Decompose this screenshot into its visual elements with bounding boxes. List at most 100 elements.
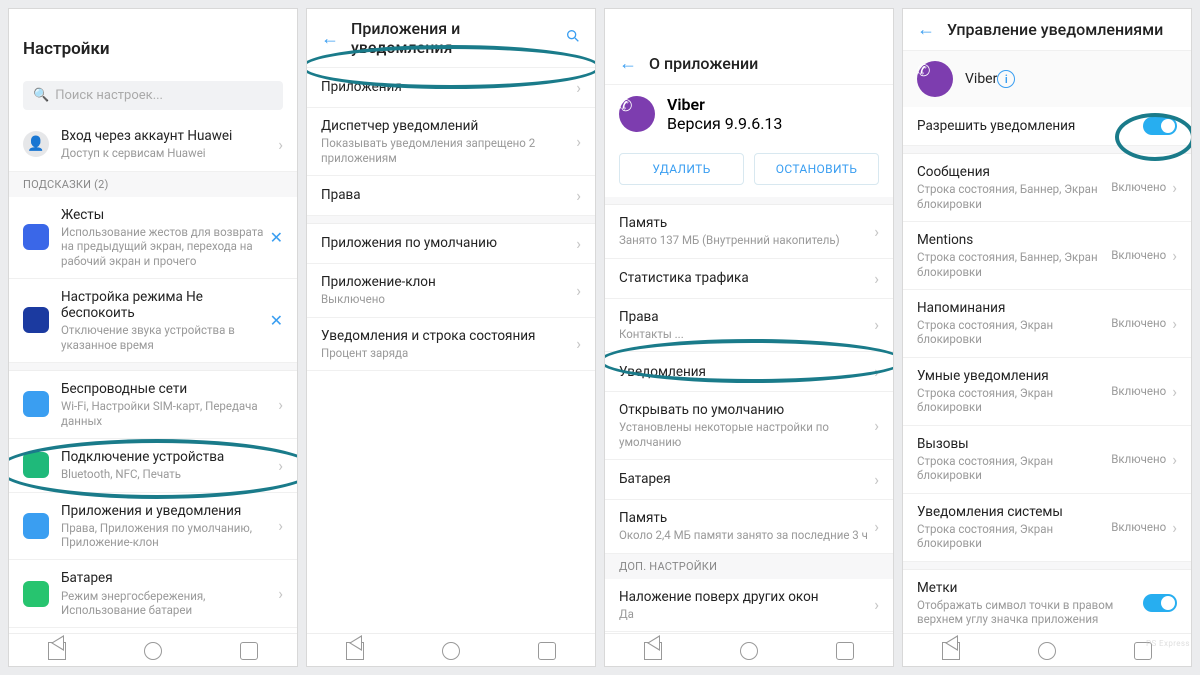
phone-notif-mgmt: ← Управление уведомлениями ✆ Viber i Раз… (902, 8, 1192, 667)
row-write-settings[interactable]: Запись системных настроекНет› (605, 632, 893, 633)
chevron-right-icon: › (874, 315, 879, 334)
divider (903, 562, 1191, 570)
watermark: PS Express (1142, 617, 1194, 669)
nav-bar (605, 633, 893, 666)
header-title: Управление уведомлениями (947, 20, 1177, 39)
search-icon[interactable] (565, 28, 581, 48)
nav-back-icon[interactable] (644, 642, 662, 660)
chevron-right-icon: › (278, 584, 283, 603)
nav-bar (307, 633, 595, 666)
row-open-default[interactable]: Открывать по умолчаниюУстановлены некото… (605, 392, 893, 460)
item-connections[interactable]: Подключение устройстваBluetooth, NFC, Пе… (9, 439, 297, 493)
row-notif-mgr[interactable]: Диспетчер уведомленийПоказывать уведомле… (307, 108, 595, 176)
app-row: ✆ Viber i (903, 51, 1191, 107)
chevron-right-icon: › (1172, 382, 1177, 401)
gesture-icon (23, 224, 49, 250)
back-arrow-icon[interactable]: ← (917, 19, 935, 40)
row-badges[interactable]: МеткиОтображать символ точки в правом ве… (903, 570, 1191, 633)
row-default-apps[interactable]: Приложения по умолчанию› (307, 224, 595, 264)
nav-home-icon[interactable] (144, 642, 162, 660)
list[interactable]: Приложения› Диспетчер уведомленийПоказыв… (307, 68, 595, 633)
toggle-badges[interactable] (1143, 594, 1177, 612)
channel-smart[interactable]: Умные уведомленияСтрока состояния, Экран… (903, 358, 1191, 426)
phone-apps-notifications: ← Приложения и уведомления Приложения› Д… (306, 8, 596, 667)
chevron-right-icon: › (576, 234, 581, 253)
apps-icon (23, 513, 49, 539)
row-notif-status[interactable]: Уведомления и строка состоянияПроцент за… (307, 318, 595, 372)
list[interactable]: ✆ Viber i Разрешить уведомления Сообщени… (903, 51, 1191, 633)
row-notifications[interactable]: Уведомления› (605, 352, 893, 392)
hints-header[interactable]: ПОДСКАЗКИ (2) (9, 172, 297, 197)
link-icon (23, 452, 49, 478)
hint-dnd[interactable]: Настройка режима Не беспокоитьОтключение… (9, 279, 297, 363)
channel-messages[interactable]: СообщенияСтрока состояния, Баннер, Экран… (903, 154, 1191, 222)
nav-home-icon[interactable] (1038, 642, 1056, 660)
nav-back-icon[interactable] (48, 642, 66, 660)
row-permissions[interactable]: ПраваКонтакты ...› (605, 299, 893, 353)
uninstall-button[interactable]: УДАЛИТЬ (619, 153, 744, 185)
nav-recent-icon[interactable] (240, 642, 258, 660)
chevron-right-icon: › (1172, 314, 1177, 333)
nav-home-icon[interactable] (740, 642, 758, 660)
row-overlay[interactable]: Наложение поверх других оконДа› (605, 579, 893, 633)
hint-gestures[interactable]: ЖестыИспользование жестов для возврата н… (9, 197, 297, 279)
toggle-allow[interactable] (1143, 117, 1177, 135)
item-display[interactable]: ЭкранЗащита зрения, Стиль рабочего экран… (9, 628, 297, 633)
info-icon[interactable]: i (997, 70, 1015, 88)
app-row: ✆ ViberВерсия 9.9.6.13 (605, 85, 893, 143)
chevron-right-icon: › (1172, 518, 1177, 537)
row-traffic[interactable]: Статистика трафика› (605, 259, 893, 299)
row-apps[interactable]: Приложения› (307, 68, 595, 108)
chevron-right-icon: › (278, 456, 283, 475)
divider (9, 363, 297, 371)
nav-recent-icon[interactable] (836, 642, 854, 660)
item-battery[interactable]: БатареяРежим энергосбережения, Использов… (9, 560, 297, 628)
search-placeholder: Поиск настроек... (55, 88, 163, 103)
channel-system[interactable]: Уведомления системыСтрока состояния, Экр… (903, 494, 1191, 562)
chevron-right-icon: › (1172, 450, 1177, 469)
phone-settings: Настройки 🔍 Поиск настроек... 👤 Вход чер… (8, 8, 298, 667)
nav-back-icon[interactable] (346, 642, 364, 660)
chevron-right-icon: › (576, 186, 581, 205)
chevron-right-icon: › (576, 334, 581, 353)
back-arrow-icon[interactable]: ← (619, 53, 637, 74)
phone-app-info: ← О приложении ✆ ViberВерсия 9.9.6.13 УД… (604, 8, 894, 667)
close-icon[interactable]: ✕ (270, 311, 283, 330)
viber-icon: ✆ (917, 61, 953, 97)
chevron-right-icon: › (874, 222, 879, 241)
chevron-right-icon: › (278, 135, 283, 154)
account-row[interactable]: 👤 Вход через аккаунт Huawei Доступ к сер… (9, 118, 297, 172)
chevron-right-icon: › (874, 517, 879, 536)
channel-mentions[interactable]: MentionsСтрока состояния, Баннер, Экран … (903, 222, 1191, 290)
chevron-right-icon: › (1172, 178, 1177, 197)
chevron-right-icon: › (874, 416, 879, 435)
back-arrow-icon[interactable]: ← (321, 28, 339, 49)
list[interactable]: ✆ ViberВерсия 9.9.6.13 УДАЛИТЬ ОСТАНОВИТ… (605, 85, 893, 633)
row-memory[interactable]: ПамятьОколо 2,4 МБ памяти занято за посл… (605, 500, 893, 554)
close-icon[interactable]: ✕ (270, 228, 283, 247)
account-title: Вход через аккаунт Huawei (61, 128, 274, 144)
account-sub: Доступ к сервисам Huawei (61, 146, 274, 160)
search-icon: 🔍 (33, 88, 49, 103)
row-battery[interactable]: Батарея› (605, 460, 893, 500)
nav-home-icon[interactable] (442, 642, 460, 660)
chevron-right-icon: › (874, 362, 879, 381)
header: ← Управление уведомлениями (903, 9, 1191, 51)
settings-scroll[interactable]: Настройки 🔍 Поиск настроек... 👤 Вход чер… (9, 9, 297, 633)
item-wireless[interactable]: Беспроводные сетиWi-Fi, Настройки SIM-ка… (9, 371, 297, 439)
channel-reminders[interactable]: НапоминанияСтрока состояния, Экран блоки… (903, 290, 1191, 358)
nav-recent-icon[interactable] (538, 642, 556, 660)
row-permissions[interactable]: Права› (307, 176, 595, 216)
search-input[interactable]: 🔍 Поиск настроек... (23, 81, 283, 110)
wifi-icon (23, 391, 49, 417)
chevron-right-icon: › (576, 78, 581, 97)
row-app-clone[interactable]: Приложение-клонВыключено› (307, 264, 595, 318)
force-stop-button[interactable]: ОСТАНОВИТЬ (754, 153, 879, 185)
chevron-right-icon: › (874, 595, 879, 614)
row-storage[interactable]: ПамятьЗанято 137 МБ (Внутренний накопите… (605, 205, 893, 259)
nav-back-icon[interactable] (942, 642, 960, 660)
row-allow-notifications[interactable]: Разрешить уведомления (903, 107, 1191, 146)
divider (903, 146, 1191, 154)
item-apps-notifications[interactable]: Приложения и уведомленияПрава, Приложени… (9, 493, 297, 561)
channel-calls[interactable]: ВызовыСтрока состояния, Экран блокировки… (903, 426, 1191, 494)
